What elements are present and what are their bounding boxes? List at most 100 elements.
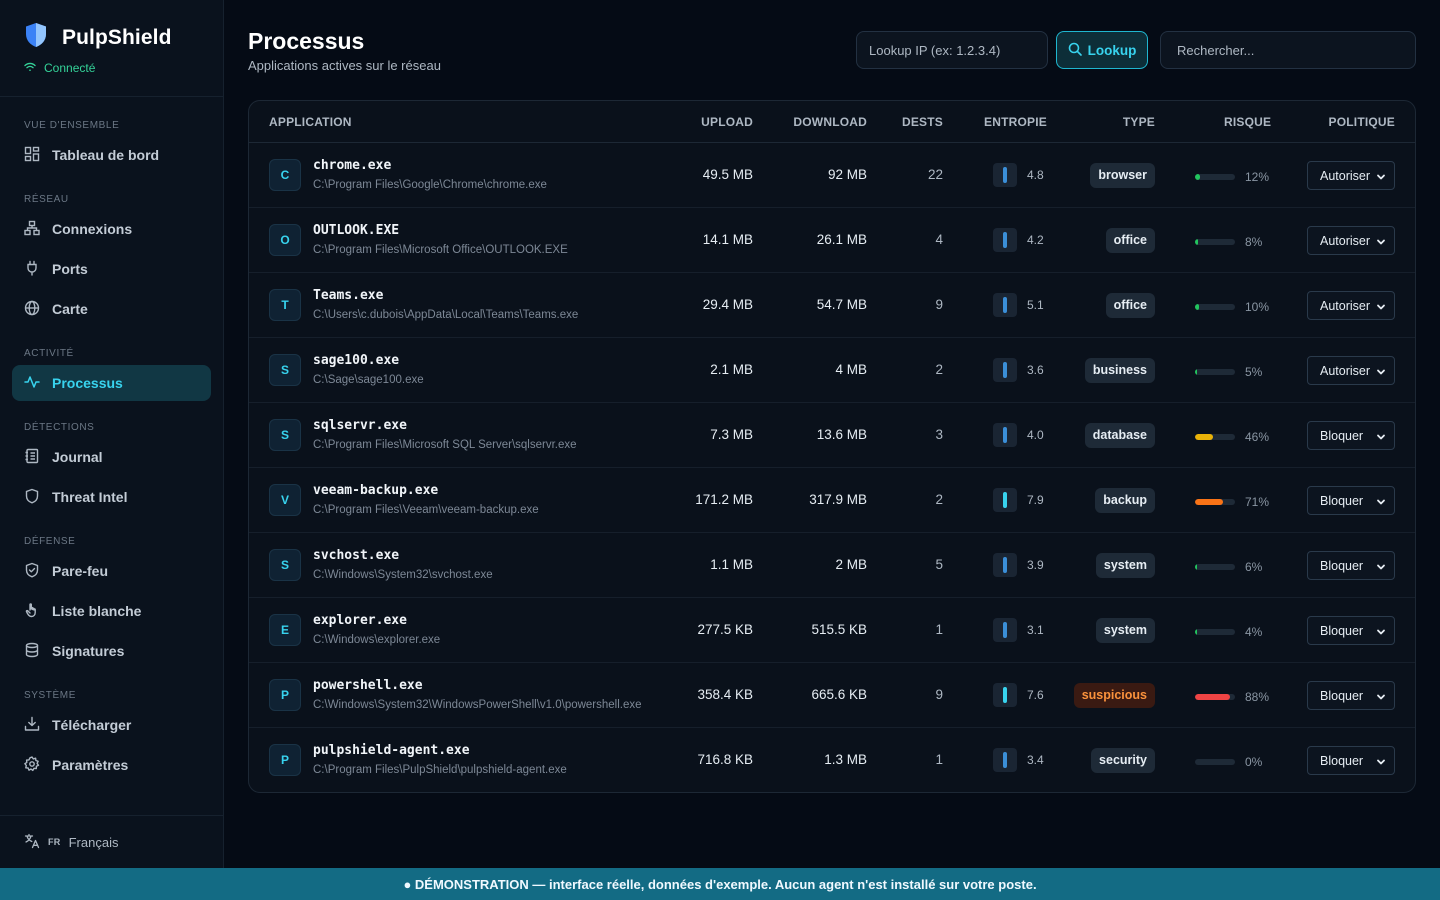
- ip-lookup-input[interactable]: [856, 31, 1048, 69]
- sidebar-item-settings[interactable]: Paramètres: [12, 747, 211, 783]
- type-cell: system: [1095, 618, 1155, 643]
- risk-cell: 10%: [1195, 300, 1269, 314]
- column-header-download[interactable]: DOWNLOAD: [793, 115, 867, 129]
- type-badge: browser: [1090, 163, 1155, 188]
- sidebar-item-label: Liste blanche: [52, 603, 142, 619]
- entropy-indicator: [993, 683, 1017, 707]
- sidebar-item-map[interactable]: Carte: [12, 291, 211, 327]
- sidebar-item-connections[interactable]: Connexions: [12, 211, 211, 247]
- policy-select[interactable]: Bloquer: [1307, 486, 1395, 515]
- column-header-application[interactable]: APPLICATION: [269, 115, 352, 129]
- table-row[interactable]: C chrome.exe C:\Program Files\Google\Chr…: [249, 143, 1415, 208]
- table-row[interactable]: V veeam-backup.exe C:\Program Files\Veea…: [249, 468, 1415, 533]
- entropy-indicator: [993, 293, 1017, 317]
- policy-select[interactable]: Autoriser: [1307, 291, 1395, 320]
- sidebar-item-firewall[interactable]: Pare-feu: [12, 553, 211, 589]
- sidebar-item-ports[interactable]: Ports: [12, 251, 211, 287]
- entropy-value: 5.1: [1027, 298, 1044, 312]
- chevron-down-icon: [1376, 171, 1386, 185]
- risk-bar-fill: [1195, 369, 1197, 375]
- type-cell: database: [1084, 423, 1155, 448]
- shield-icon: [24, 488, 40, 507]
- chevron-down-icon: [1376, 236, 1386, 250]
- type-badge: database: [1084, 423, 1155, 448]
- sidebar-item-dashboard[interactable]: Tableau de bord: [12, 137, 211, 173]
- policy-select[interactable]: Bloquer: [1307, 681, 1395, 710]
- app-name: sage100.exe: [313, 353, 400, 368]
- type-badge: business: [1084, 358, 1155, 383]
- policy-select[interactable]: Autoriser: [1307, 356, 1395, 385]
- table-row[interactable]: P powershell.exe C:\Windows\System32\Win…: [249, 663, 1415, 728]
- app-path: C:\Users\c.dubois\AppData\Local\Teams\Te…: [313, 309, 579, 321]
- connection-status-text: Connecté: [44, 61, 96, 75]
- app-avatar: S: [269, 419, 301, 451]
- entropy-cell: 3.6: [993, 358, 1044, 382]
- risk-value: 8%: [1245, 235, 1263, 249]
- column-header-risk[interactable]: RISQUE: [1224, 115, 1271, 129]
- policy-select[interactable]: Autoriser: [1307, 161, 1395, 190]
- sidebar-item-signatures[interactable]: Signatures: [12, 633, 211, 669]
- nav-section-detections: DÉTECTIONS: [24, 422, 95, 433]
- column-header-entropy[interactable]: ENTROPIE: [984, 115, 1047, 129]
- app-avatar: T: [269, 289, 301, 321]
- entropy-value: 4.2: [1027, 233, 1044, 247]
- table-row[interactable]: S sage100.exe C:\Sage\sage100.exe 2.1 MB…: [249, 338, 1415, 403]
- column-header-type[interactable]: TYPE: [1123, 115, 1155, 129]
- upload-value: 716.8 KB: [697, 752, 753, 767]
- entropy-value: 3.4: [1027, 753, 1044, 767]
- search-input[interactable]: [1160, 31, 1416, 69]
- app-name: pulpshield-agent.exe: [313, 743, 470, 758]
- risk-bar: [1195, 629, 1235, 635]
- risk-bar-fill: [1195, 759, 1197, 765]
- table-row[interactable]: P pulpshield-agent.exe C:\Program Files\…: [249, 728, 1415, 792]
- network-icon: [24, 220, 40, 239]
- risk-bar: [1195, 759, 1235, 765]
- risk-value: 4%: [1245, 625, 1263, 639]
- sidebar-item-journal[interactable]: Journal: [12, 439, 211, 475]
- sidebar-item-threat-intel[interactable]: Threat Intel: [12, 479, 211, 515]
- app-name: sqlservr.exe: [313, 418, 407, 433]
- chevron-down-icon: [1376, 301, 1386, 315]
- risk-bar-fill: [1195, 694, 1231, 700]
- risk-value: 5%: [1245, 365, 1263, 379]
- main-content: Processus Applications actives sur le ré…: [224, 0, 1440, 868]
- type-cell: browser: [1090, 163, 1155, 188]
- table-row[interactable]: T Teams.exe C:\Users\c.dubois\AppData\Lo…: [249, 273, 1415, 338]
- app-avatar: C: [269, 159, 301, 191]
- sidebar-item-download[interactable]: Télécharger: [12, 707, 211, 743]
- policy-select[interactable]: Bloquer: [1307, 746, 1395, 775]
- entropy-bar: [1003, 687, 1007, 703]
- policy-value: Autoriser: [1320, 298, 1371, 313]
- entropy-cell: 3.9: [993, 553, 1044, 577]
- column-header-dests[interactable]: DESTS: [902, 115, 943, 129]
- entropy-indicator: [993, 228, 1017, 252]
- column-header-policy[interactable]: POLITIQUE: [1329, 115, 1395, 129]
- download-value: 515.5 KB: [811, 622, 867, 637]
- policy-select[interactable]: Bloquer: [1307, 421, 1395, 450]
- type-badge: office: [1105, 293, 1155, 318]
- dests-value: 9: [935, 297, 943, 312]
- entropy-value: 3.1: [1027, 623, 1044, 637]
- entropy-indicator: [993, 748, 1017, 772]
- policy-select[interactable]: Bloquer: [1307, 551, 1395, 580]
- entropy-cell: 5.1: [993, 293, 1044, 317]
- lookup-button[interactable]: Lookup: [1056, 31, 1148, 69]
- sidebar-item-processes[interactable]: Processus: [12, 365, 211, 401]
- risk-cell: 12%: [1195, 170, 1269, 184]
- language-label: Français: [68, 834, 119, 850]
- policy-select[interactable]: Autoriser: [1307, 226, 1395, 255]
- dests-value: 22: [927, 167, 943, 182]
- column-header-upload[interactable]: UPLOAD: [701, 115, 753, 129]
- table-row[interactable]: E explorer.exe C:\Windows\explorer.exe 2…: [249, 598, 1415, 663]
- table-row[interactable]: O OUTLOOK.EXE C:\Program Files\Microsoft…: [249, 208, 1415, 273]
- app-name: Teams.exe: [313, 288, 384, 303]
- language-selector[interactable]: FR Français: [0, 815, 223, 868]
- sidebar-item-label: Pare-feu: [52, 563, 109, 579]
- sidebar-item-whitelist[interactable]: Liste blanche: [12, 593, 211, 629]
- dests-value: 5: [935, 557, 943, 572]
- policy-select[interactable]: Bloquer: [1307, 616, 1395, 645]
- app-path: C:\Sage\sage100.exe: [313, 374, 424, 386]
- table-row[interactable]: S svchost.exe C:\Windows\System32\svchos…: [249, 533, 1415, 598]
- table-row[interactable]: S sqlservr.exe C:\Program Files\Microsof…: [249, 403, 1415, 468]
- app-avatar: V: [269, 484, 301, 516]
